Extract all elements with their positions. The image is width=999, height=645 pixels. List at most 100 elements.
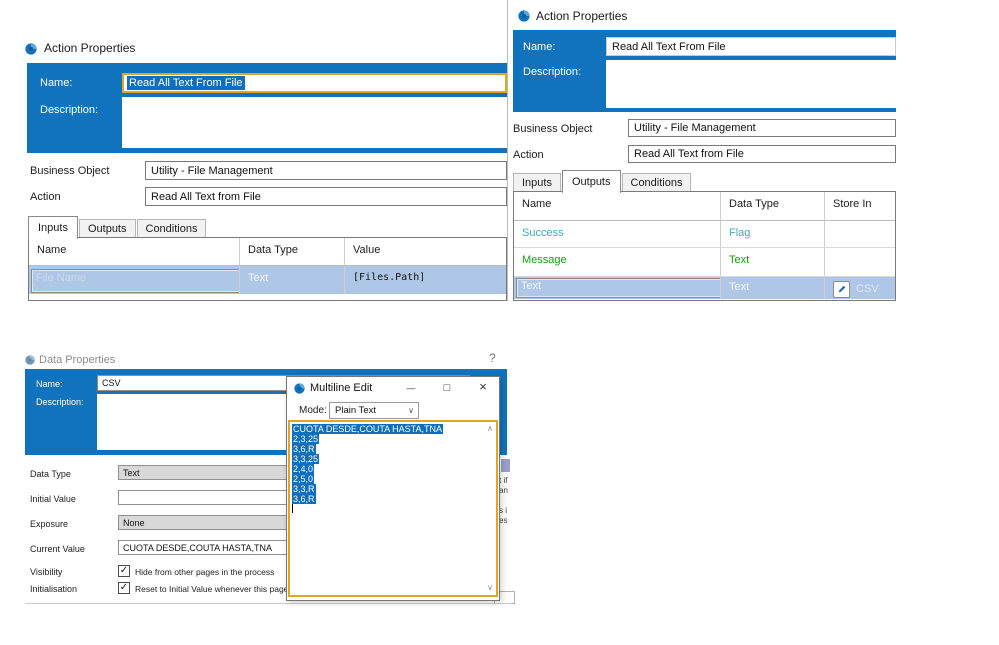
action-value: Read All Text from File — [151, 191, 261, 203]
input-name-cell[interactable]: File Name — [31, 269, 239, 293]
name-input[interactable]: Read All Text From File — [122, 73, 507, 93]
blueprism-icon — [294, 383, 305, 394]
tab-outputs[interactable]: Outputs — [79, 219, 136, 238]
output-storein-cell[interactable] — [824, 221, 895, 247]
tab-conditions[interactable]: Conditions — [137, 219, 207, 238]
output-name-cell: Success — [514, 221, 720, 247]
initialisation-checkbox[interactable]: ✓ — [118, 582, 130, 594]
action-field[interactable]: Read All Text from File — [628, 145, 896, 163]
tab-outputs[interactable]: Outputs — [562, 170, 621, 193]
action-field[interactable]: Read All Text from File — [145, 187, 507, 206]
text-line: 3,3,R — [292, 484, 316, 494]
dialog-title: Data Properties — [39, 354, 115, 366]
column-name: Name — [514, 192, 720, 220]
text-cursor — [292, 504, 293, 513]
blueprism-icon — [25, 355, 35, 365]
text-line: CUOTA DESDE,COUTA HASTA,TNA — [292, 424, 443, 434]
visibility-text: Hide from other pages in the process — [135, 567, 274, 577]
window-title: Multiline Edit — [310, 382, 372, 394]
column-name: Name — [29, 238, 239, 265]
maximize-button[interactable]: □ — [435, 380, 459, 396]
business-object-label: Business Object — [30, 165, 109, 177]
output-storein-cell[interactable] — [824, 248, 895, 276]
text-line: 3,3,25 — [292, 454, 319, 464]
column-store-in: Store In — [824, 192, 895, 220]
tab-strip: Inputs Outputs Conditions — [28, 215, 207, 238]
initial-value-label: Initial Value — [30, 494, 76, 504]
business-object-field[interactable]: Utility - File Management — [145, 161, 507, 180]
screen: Action Properties Name: Read All Text Fr… — [0, 0, 999, 645]
table-row[interactable]: Message Text — [514, 248, 895, 277]
table-header: Name Data Type Value — [29, 238, 506, 266]
action-properties-left-dialog: Action Properties Name: Read All Text Fr… — [0, 0, 507, 301]
data-item-pen-icon — [833, 281, 850, 298]
tab-conditions[interactable]: Conditions — [622, 173, 692, 192]
data-type-label: Data Type — [30, 469, 71, 479]
input-value-cell[interactable]: [Files.Path] — [344, 266, 506, 294]
description-label: Description: — [40, 104, 98, 116]
hint-text-fragment: t if — [499, 476, 507, 485]
visibility-checkbox[interactable]: ✓ — [118, 565, 130, 577]
output-storein-cell[interactable]: CSV — [824, 277, 895, 299]
current-value-label: Current Value — [30, 544, 85, 554]
text-line: 2,5,0 — [292, 474, 314, 484]
business-object-field[interactable]: Utility - File Management — [628, 119, 896, 137]
exposure-value: None — [123, 518, 145, 528]
minimize-button[interactable]: — — [399, 380, 423, 396]
help-button[interactable]: ? — [489, 351, 496, 365]
data-type-value: Text — [123, 468, 140, 478]
initialisation-label: Initialisation — [30, 584, 77, 594]
text-line: 3,6,R — [292, 444, 316, 454]
action-value: Read All Text from File — [634, 148, 744, 160]
inputs-table: Name Data Type Value File Name Text [Fil… — [28, 237, 507, 301]
text-line: 2,3,25 — [292, 434, 319, 444]
table-row-selected[interactable]: Text Text CSV — [514, 277, 895, 299]
business-object-value: Utility - File Management — [151, 165, 273, 177]
table-row[interactable]: Success Flag — [514, 221, 895, 248]
multiline-edit-window: Multiline Edit — □ × Mode: Plain Text ∨ … — [286, 376, 500, 601]
dialog-title: Action Properties — [44, 41, 135, 55]
mode-value: Plain Text — [335, 405, 376, 416]
selected-text: Read All Text From File — [127, 76, 245, 90]
scroll-down-icon[interactable]: ∨ — [487, 584, 493, 592]
name-label: Name: — [40, 77, 72, 89]
current-value-text: CUOTA DESDE,COUTA HASTA,TNA — [123, 543, 272, 553]
description-label: Description: — [523, 66, 581, 78]
scroll-up-icon[interactable]: ∧ — [487, 425, 493, 433]
name-value: Read All Text From File — [612, 41, 726, 53]
name-input[interactable]: Read All Text From File — [606, 37, 896, 56]
tab-inputs[interactable]: Inputs — [513, 173, 561, 192]
description-input[interactable] — [606, 60, 896, 108]
multiline-textarea[interactable]: CUOTA DESDE,COUTA HASTA,TNA 2,3,25 3,6,R… — [288, 420, 498, 597]
name-label: Name: — [36, 379, 63, 389]
business-object-value: Utility - File Management — [634, 122, 756, 134]
table-header: Name Data Type Store In — [514, 192, 895, 221]
column-data-type: Data Type — [720, 192, 824, 220]
hidden-panel-fragment — [501, 459, 510, 472]
tab-strip: Inputs Outputs Conditions — [513, 169, 692, 192]
description-input[interactable] — [122, 97, 507, 148]
blueprism-icon — [518, 10, 530, 22]
tab-inputs[interactable]: Inputs — [28, 216, 78, 239]
description-label: Description: — [36, 397, 84, 407]
selected-lines: CUOTA DESDE,COUTA HASTA,TNA 2,3,25 3,6,R… — [292, 424, 443, 513]
action-label: Action — [30, 191, 61, 203]
exposure-label: Exposure — [30, 519, 68, 529]
output-name-cell[interactable]: Text — [516, 278, 720, 298]
output-datatype-cell: Flag — [720, 221, 824, 247]
dialog-title: Action Properties — [536, 9, 627, 23]
column-value: Value — [344, 238, 506, 265]
initialisation-text: Reset to Initial Value whenever this pag… — [135, 584, 298, 594]
store-in-value: CSV — [856, 283, 879, 295]
table-row[interactable]: File Name Text [Files.Path] — [29, 266, 506, 294]
action-properties-right-dialog: Action Properties Name: Read All Text Fr… — [507, 0, 898, 301]
text-line: 3,6,R — [292, 494, 316, 504]
business-object-label: Business Object — [513, 123, 592, 135]
output-datatype-cell: Text — [720, 277, 824, 299]
action-label: Action — [513, 149, 544, 161]
mode-dropdown[interactable]: Plain Text ∨ — [329, 402, 419, 419]
column-data-type: Data Type — [239, 238, 344, 265]
outputs-table: Name Data Type Store In Success Flag Mes… — [513, 191, 896, 301]
input-datatype-cell: Text — [239, 266, 344, 294]
close-button[interactable]: × — [471, 379, 495, 395]
